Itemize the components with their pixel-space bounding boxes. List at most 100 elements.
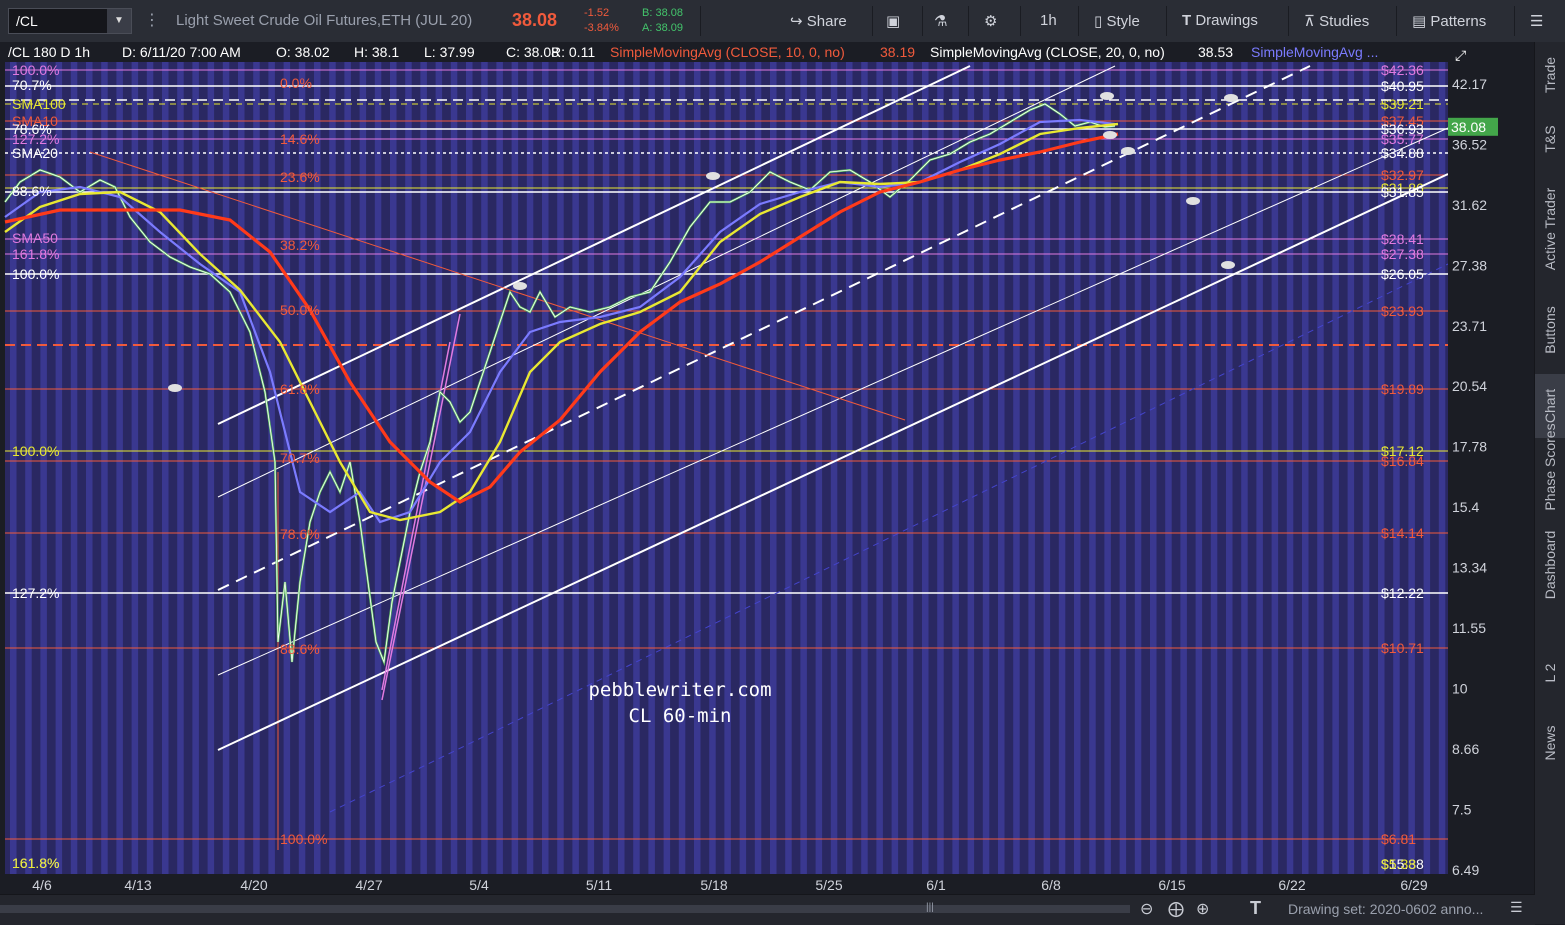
- price-chart[interactable]: $42.36$40.95$39.21$37.45$36.93$35.77$34.…: [0, 42, 1535, 894]
- left-level-label: 88.6%: [12, 183, 52, 199]
- price-tag-label: $23.93: [1381, 303, 1424, 319]
- session-stripe: [724, 42, 731, 874]
- sidebar-tab-dashboard[interactable]: Dashboard: [1535, 496, 1565, 634]
- session-stripe: [587, 42, 595, 874]
- sidebar-tab-l-2[interactable]: L 2: [1535, 638, 1565, 708]
- price-tag-label: $16.84: [1381, 453, 1424, 469]
- fib-level-label: 78.6%: [280, 526, 320, 542]
- price-tick-label: 6.49: [1452, 862, 1479, 878]
- bar-open: O: 38.02: [276, 44, 330, 60]
- sidebar-tab-t-s[interactable]: T&S: [1535, 110, 1565, 168]
- date-tick-label: 6/1: [926, 877, 946, 893]
- annotation-marker: [1121, 147, 1135, 155]
- horizontal-scrollbar[interactable]: [0, 905, 1130, 913]
- chart-area[interactable]: $42.36 $40.95 $39.21 $37.45 $36.93 $35.77 $34.…: [0, 42, 1535, 922]
- bar-low: L: 37.99: [424, 44, 475, 60]
- price-tick-label: 31.62: [1452, 197, 1487, 213]
- toolbar-divider: [922, 6, 923, 36]
- price-tick-label: 8.66: [1452, 741, 1479, 757]
- price-tag-label: $42.36: [1381, 62, 1424, 78]
- patterns-button[interactable]: ▤ Patterns: [1412, 12, 1486, 30]
- price-tag-label: $40.95: [1381, 78, 1424, 94]
- sidebar-tab-active-trader[interactable]: Active Trader: [1535, 172, 1565, 286]
- studies-button[interactable]: ⊼ Studies: [1304, 12, 1369, 30]
- studies-icon: ⊼: [1304, 13, 1315, 30]
- session-stripe: [1028, 42, 1035, 874]
- symbol-box[interactable]: /CL ▼: [8, 8, 132, 34]
- drawing-set-label[interactable]: Drawing set: 2020-0602 anno...: [1288, 901, 1483, 917]
- zoom-in-icon[interactable]: ⊕: [1196, 899, 1209, 919]
- price-tick-label: 20.54: [1452, 378, 1487, 394]
- settings-icon[interactable]: ☰: [1510, 899, 1523, 916]
- sidebar-tab-trade[interactable]: Trade: [1535, 44, 1565, 106]
- fib-level-label: 100.0%: [280, 831, 327, 847]
- sidebar-tab-label: L 2: [1542, 663, 1558, 683]
- session-stripe: [374, 42, 382, 874]
- price-tag-label: $26.05: [1381, 266, 1424, 282]
- session-stripe: [618, 42, 625, 874]
- price-tag-label: $34.88: [1381, 145, 1424, 161]
- bar-range: R: 0.11: [551, 44, 595, 60]
- link-icon[interactable]: ⋮: [144, 10, 160, 30]
- session-stripe: [435, 42, 443, 874]
- sidebar-tab-label: Buttons: [1542, 306, 1558, 354]
- gear-icon[interactable]: ⚙: [984, 12, 997, 30]
- date-tick-label: 4/13: [124, 877, 151, 893]
- interval-button[interactable]: 1h: [1040, 12, 1057, 29]
- share-icon: ↪: [790, 13, 803, 30]
- price-tag-label: $31.85: [1381, 184, 1424, 200]
- text-tool-icon: T: [1182, 12, 1192, 29]
- collapse-icon[interactable]: ⤢: [1455, 47, 1466, 63]
- date-tick-label: 5/25: [815, 877, 842, 893]
- session-stripe: [1302, 42, 1309, 874]
- session-stripe: [876, 42, 883, 874]
- price-tag-label: $6.81: [1381, 831, 1416, 847]
- session-stripe: [542, 42, 549, 874]
- price-tag-label: $10.71: [1381, 640, 1424, 656]
- price-tick-label: 42.17: [1452, 76, 1487, 92]
- zoom-out-icon[interactable]: ⊖: [1140, 899, 1153, 919]
- price-tag-label: $5.38: [1381, 856, 1416, 872]
- session-stripe: [101, 42, 108, 874]
- date-tick-label: 6/22: [1278, 877, 1305, 893]
- sidebar-tab-news[interactable]: News: [1535, 712, 1565, 774]
- annotation-marker: [513, 282, 527, 290]
- left-level-label: 70.7%: [12, 77, 52, 93]
- price-tick-label: 11.55: [1452, 620, 1486, 636]
- scroll-grip-icon[interactable]: |||: [926, 902, 934, 913]
- pct-change: -3.84%: [584, 22, 619, 34]
- price-tag-label: $19.89: [1381, 381, 1424, 397]
- session-stripe: [359, 42, 367, 874]
- annotation-marker: [1186, 197, 1200, 205]
- date-tick-label: 5/18: [700, 877, 727, 893]
- left-level-label: 100.0%: [12, 62, 59, 78]
- candles-icon: ▯: [1094, 13, 1103, 30]
- session-stripe: [572, 42, 579, 874]
- toolbar-divider: [1396, 6, 1397, 36]
- sidebar-tab-phase-scores[interactable]: Phase Scores: [1535, 423, 1565, 510]
- session-stripe: [177, 42, 184, 874]
- share-button[interactable]: ↪ Share: [790, 12, 847, 30]
- annotation-marker: [706, 172, 720, 180]
- flask-icon[interactable]: ⚗: [934, 12, 947, 30]
- menu-icon[interactable]: ☰: [1530, 12, 1543, 30]
- chevron-down-icon[interactable]: ▼: [107, 9, 131, 33]
- image-icon[interactable]: ▣: [886, 12, 900, 30]
- price-tick-label: 27.38: [1452, 257, 1487, 273]
- left-level-label: 100.0%: [12, 443, 59, 459]
- style-button[interactable]: ▯ Style: [1094, 12, 1140, 30]
- drawings-button[interactable]: T Drawings: [1182, 12, 1258, 29]
- price-tag-label: $27.38: [1381, 246, 1424, 262]
- session-stripe: [952, 42, 959, 874]
- date-tick-label: 4/20: [240, 877, 267, 893]
- price-tag-label: $28.41: [1381, 231, 1424, 247]
- sidebar-tab-buttons[interactable]: Buttons: [1535, 290, 1565, 370]
- session-stripe: [1195, 42, 1203, 874]
- crosshair-icon[interactable]: ⨁: [1168, 899, 1184, 919]
- sma-more: SimpleMovingAvg ...: [1251, 44, 1378, 60]
- fib-level-label: 70.7%: [280, 450, 320, 466]
- text-tool-icon[interactable]: T: [1250, 898, 1261, 919]
- session-stripe: [891, 42, 899, 874]
- session-stripe: [1043, 42, 1051, 874]
- session-stripe: [982, 42, 990, 874]
